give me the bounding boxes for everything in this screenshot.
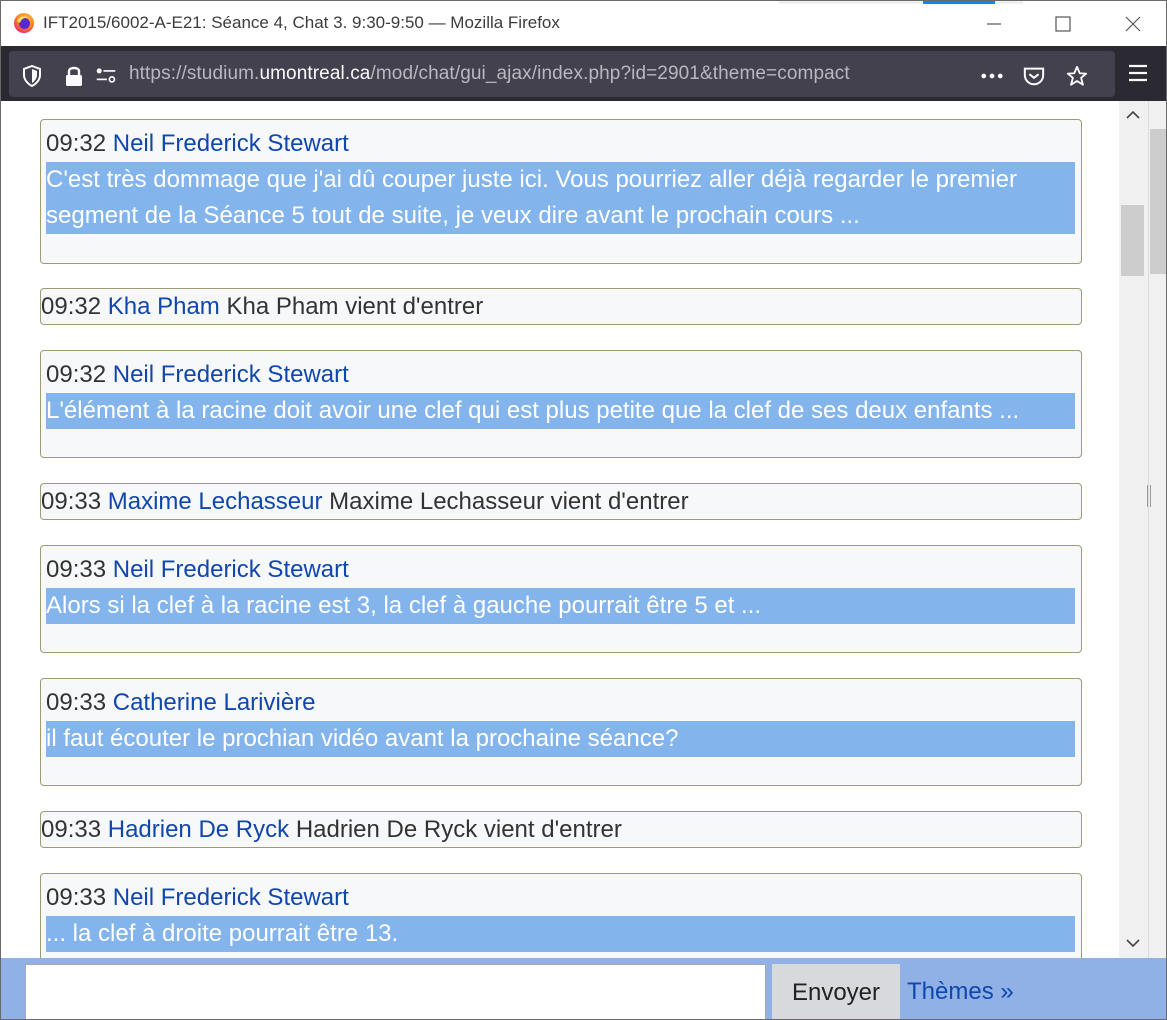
scroll-up-arrow-icon[interactable]: [1126, 107, 1140, 125]
firefox-logo-icon: [14, 13, 34, 33]
message-time: 09:33: [46, 884, 107, 911]
message-header: 09:33 Neil Frederick Stewart: [46, 884, 349, 912]
scroll-down-arrow-icon[interactable]: [1126, 935, 1140, 953]
message-line: segment de la Séance 5 tout de suite, je…: [46, 202, 860, 229]
message-line: Alors si la clef à la racine est 3, la c…: [46, 592, 762, 619]
chat-message: 09:32 Neil Frederick Stewart L'élément à…: [40, 350, 1082, 458]
message-header: 09:32 Neil Frederick Stewart: [46, 361, 349, 389]
message-username[interactable]: Neil Frederick Stewart: [113, 556, 349, 583]
system-message: 09:33 Hadrien De Ryck Hadrien De Ryck vi…: [40, 811, 1082, 848]
url-domain: umontreal.ca: [259, 63, 371, 84]
message-username[interactable]: Catherine Larivière: [113, 689, 316, 716]
message-time: 09:33: [46, 556, 107, 583]
system-message-line: 09:33 Hadrien De Ryck Hadrien De Ryck vi…: [41, 816, 622, 844]
chat-input-bar: Envoyer Thèmes »: [1, 958, 1166, 1019]
chat-messages-panel[interactable]: 09:32 Neil Frederick Stewart C'est très …: [1, 101, 1119, 958]
chat-message-input[interactable]: [25, 964, 766, 1019]
message-text: C'est très dommage que j'ai dû couper ju…: [46, 162, 1075, 234]
chat-message: 09:33 Neil Frederick Stewart ... la clef…: [40, 873, 1082, 958]
lock-icon[interactable]: [63, 65, 85, 87]
system-message-line: 09:33 Maxime Lechasseur Maxime Lechasseu…: [41, 488, 689, 516]
message-line: L'élément à la racine doit avoir une cle…: [46, 397, 1020, 424]
message-time: 09:33: [46, 689, 107, 716]
message-time: 09:32: [46, 130, 107, 157]
window-title: IFT2015/6002-A-E21: Séance 4, Chat 3. 9:…: [43, 13, 560, 32]
message-time: 09:33: [41, 488, 102, 515]
url-prefix: https://studium.: [129, 63, 260, 84]
resize-grip-icon[interactable]: [1147, 485, 1151, 507]
system-message-text: Hadrien De Ryck vient d'entrer: [295, 816, 622, 843]
message-time: 09:33: [41, 816, 102, 843]
more-actions-icon[interactable]: [981, 65, 1003, 87]
message-username[interactable]: Maxime Lechasseur: [108, 488, 323, 515]
url-bar[interactable]: https://studium.umontreal.ca/mod/chat/gu…: [9, 51, 1115, 97]
chat-message: 09:33 Neil Frederick Stewart Alors si la…: [40, 545, 1082, 653]
tracking-protection-icon[interactable]: [21, 65, 43, 87]
maximize-button[interactable]: [1028, 1, 1098, 46]
message-header: 09:33 Catherine Larivière: [46, 689, 316, 717]
system-message-text: Maxime Lechasseur vient d'entrer: [329, 488, 689, 515]
message-text: L'élément à la racine doit avoir une cle…: [46, 393, 1075, 429]
minimize-button[interactable]: [959, 1, 1029, 46]
message-username[interactable]: Neil Frederick Stewart: [113, 361, 349, 388]
message-username[interactable]: Neil Frederick Stewart: [113, 130, 349, 157]
system-message: 09:33 Maxime Lechasseur Maxime Lechasseu…: [40, 483, 1082, 520]
themes-link[interactable]: Thèmes »: [907, 978, 1014, 1006]
browser-window: IFT2015/6002-A-E21: Séance 4, Chat 3. 9:…: [0, 0, 1167, 1020]
message-time: 09:32: [41, 293, 102, 320]
message-time: 09:32: [46, 361, 107, 388]
message-text: Alors si la clef à la racine est 3, la c…: [46, 588, 1075, 624]
chat-scrollbar-thumb[interactable]: [1121, 205, 1144, 276]
url-path: /mod/chat/gui_ajax/index.php?id=2901&the…: [370, 63, 850, 84]
hamburger-menu-icon[interactable]: [1127, 63, 1149, 88]
maximize-icon: [1055, 15, 1071, 32]
message-username[interactable]: Kha Pham: [108, 293, 220, 320]
message-header: 09:33 Neil Frederick Stewart: [46, 556, 349, 584]
bookmark-star-icon[interactable]: [1066, 65, 1088, 87]
message-header: 09:32 Neil Frederick Stewart: [46, 130, 349, 158]
chat-message: 09:32 Neil Frederick Stewart C'est très …: [40, 119, 1082, 264]
message-username[interactable]: Hadrien De Ryck: [108, 816, 289, 843]
permissions-icon[interactable]: [95, 65, 117, 87]
message-username[interactable]: Neil Frederick Stewart: [113, 884, 349, 911]
system-message-line: 09:32 Kha Pham Kha Pham vient d'entrer: [41, 293, 483, 321]
navigation-toolbar: https://studium.umontreal.ca/mod/chat/gu…: [1, 46, 1166, 101]
url-text[interactable]: https://studium.umontreal.ca/mod/chat/gu…: [129, 63, 850, 85]
message-text: ... la clef à droite pourrait être 13.: [46, 916, 1075, 952]
message-text: il faut écouter le prochian vidéo avant …: [46, 721, 1075, 757]
page-scrollbar-thumb[interactable]: [1150, 129, 1166, 274]
pocket-icon[interactable]: [1023, 65, 1045, 87]
minimize-icon: [987, 22, 1001, 25]
message-line: C'est très dommage que j'ai dû couper ju…: [46, 166, 1017, 193]
close-button[interactable]: [1098, 1, 1166, 46]
close-icon: [1125, 16, 1141, 31]
chat-message: 09:33 Catherine Larivière il faut écoute…: [40, 678, 1082, 786]
title-bar: IFT2015/6002-A-E21: Séance 4, Chat 3. 9:…: [1, 1, 1166, 46]
message-line: ... la clef à droite pourrait être 13.: [46, 920, 399, 947]
system-message-text: Kha Pham vient d'entrer: [226, 293, 484, 320]
system-message: 09:32 Kha Pham Kha Pham vient d'entrer: [40, 288, 1082, 325]
message-line: il faut écouter le prochian vidéo avant …: [46, 725, 679, 752]
send-button[interactable]: Envoyer: [772, 964, 900, 1019]
